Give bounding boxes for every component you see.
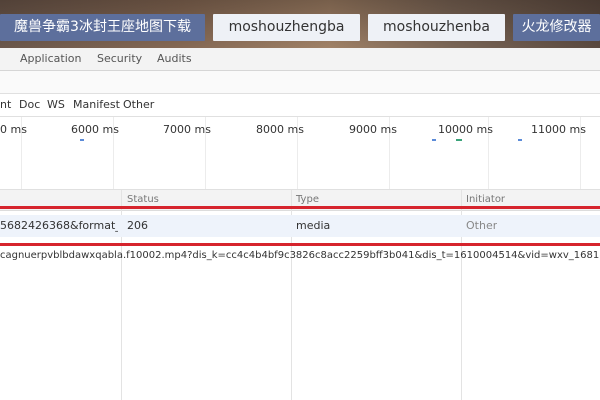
panel-tab-bar: Application Security Audits	[0, 48, 600, 71]
request-status: 206	[127, 219, 148, 232]
highlight-line-bottom	[0, 243, 600, 246]
filter-other[interactable]: Other	[123, 94, 154, 116]
devtools-network-panel: Application Security Audits nt Doc WS Ma…	[0, 48, 600, 400]
filter-ws[interactable]: WS	[47, 94, 65, 116]
tag-warcraft-map-download[interactable]: 魔兽争霸3冰封王座地图下载	[0, 14, 205, 41]
request-initiator: Other	[466, 219, 498, 232]
timeline-tick: 11000 ms	[531, 123, 586, 136]
filter-doc[interactable]: Doc	[19, 94, 40, 116]
request-name[interactable]: 5682426368&format_i...	[0, 215, 118, 237]
tag-bar: 魔兽争霸3冰封王座地图下载 moshouzhengba moshouzhenba…	[0, 0, 600, 48]
timeline-request-mark	[518, 139, 522, 141]
tag-moshouzhengba[interactable]: moshouzhengba	[213, 14, 360, 41]
tag-fire-dragon-trainer[interactable]: 火龙修改器	[513, 14, 600, 41]
tag-moshouzhenba[interactable]: moshouzhenba	[368, 14, 505, 41]
tab-security[interactable]: Security	[97, 48, 142, 70]
timeline-request-mark	[432, 139, 436, 141]
timeline-tick: 7000 ms	[163, 123, 211, 136]
table-row[interactable]: 5682426368&format_i... 206 media Other	[0, 215, 600, 237]
timeline-tick: 10000 ms	[438, 123, 493, 136]
tab-audits[interactable]: Audits	[157, 48, 192, 70]
network-toolbar	[0, 71, 600, 94]
timeline-request-mark	[456, 139, 462, 141]
type-filter-bar: nt Doc WS Manifest Other	[0, 94, 600, 117]
timeline-tick: 9000 ms	[349, 123, 397, 136]
request-type: media	[296, 219, 331, 232]
requests-table: Status Type Initiator 5682426368&format_…	[0, 190, 600, 400]
request-url-tooltip: cagnuerpvblbdawxqabla.f10002.mp4?dis_k=c…	[0, 250, 600, 261]
timeline-tick: 6000 ms	[71, 123, 119, 136]
network-timeline-overview[interactable]: 0 ms 6000 ms 7000 ms 8000 ms 9000 ms 100…	[0, 117, 600, 190]
filter-manifest[interactable]: Manifest	[73, 94, 120, 116]
timeline-request-mark	[80, 139, 84, 141]
highlight-line-top	[0, 206, 600, 209]
timeline-tick: 0 ms	[0, 123, 27, 136]
tab-application[interactable]: Application	[20, 48, 81, 70]
timeline-tick: 8000 ms	[256, 123, 304, 136]
filter-font[interactable]: nt	[0, 94, 11, 116]
